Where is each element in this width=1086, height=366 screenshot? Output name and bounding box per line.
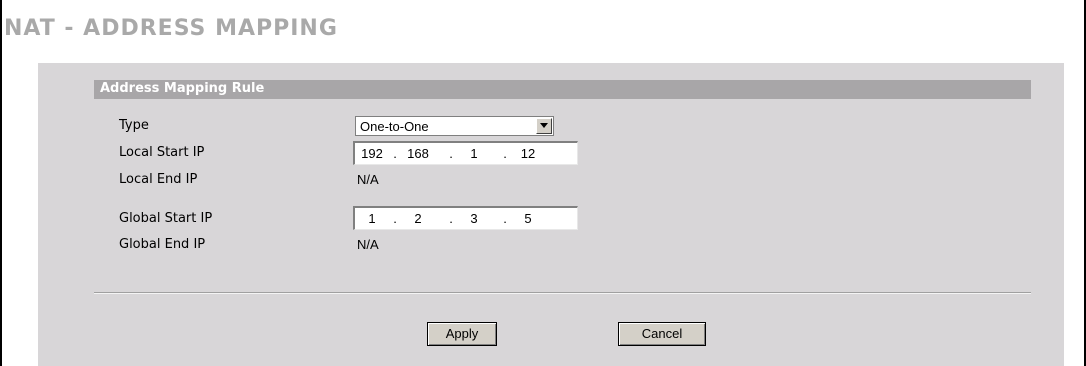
dropdown-button[interactable]: [536, 118, 552, 134]
local-start-ip-octet-1[interactable]: 192: [355, 146, 389, 162]
section-title: Address Mapping Rule: [100, 81, 265, 96]
global-start-ip-octet-4[interactable]: 5: [511, 211, 545, 227]
cancel-button[interactable]: Cancel: [618, 322, 706, 346]
page-title: NAT - ADDRESS MAPPING: [4, 16, 338, 41]
global-start-ip-label: Global Start IP: [119, 211, 213, 226]
global-start-ip-octet-3[interactable]: 3: [457, 211, 491, 227]
local-start-ip-label: Local Start IP: [119, 145, 205, 160]
chevron-down-icon: [540, 123, 548, 128]
local-start-ip-octet-4[interactable]: 12: [511, 146, 545, 162]
section-header: Address Mapping Rule: [94, 80, 1031, 99]
local-start-ip-input: 192 . 168 . 1 . 12: [353, 141, 578, 165]
global-end-ip-label: Global End IP: [119, 237, 206, 252]
left-border: [0, 0, 2, 366]
local-end-ip-value: N/A: [357, 172, 379, 187]
global-end-ip-value: N/A: [357, 237, 379, 252]
ip-dot: .: [503, 211, 507, 226]
type-label: Type: [119, 118, 149, 133]
ip-dot: .: [393, 146, 397, 161]
divider: [94, 292, 1031, 294]
ip-dot: .: [449, 146, 453, 161]
ip-dot: .: [393, 211, 397, 226]
ip-dot: .: [449, 211, 453, 226]
local-start-ip-octet-3[interactable]: 1: [457, 146, 491, 162]
global-start-ip-octet-2[interactable]: 2: [401, 211, 435, 227]
apply-button[interactable]: Apply: [427, 322, 497, 346]
ip-dot: .: [503, 146, 507, 161]
local-end-ip-label: Local End IP: [119, 172, 198, 187]
type-select-value: One-to-One: [360, 119, 429, 134]
global-start-ip-octet-1[interactable]: 1: [355, 211, 389, 227]
local-start-ip-octet-2[interactable]: 168: [401, 146, 435, 162]
global-start-ip-input: 1 . 2 . 3 . 5: [353, 206, 578, 230]
type-select[interactable]: One-to-One: [355, 116, 554, 136]
